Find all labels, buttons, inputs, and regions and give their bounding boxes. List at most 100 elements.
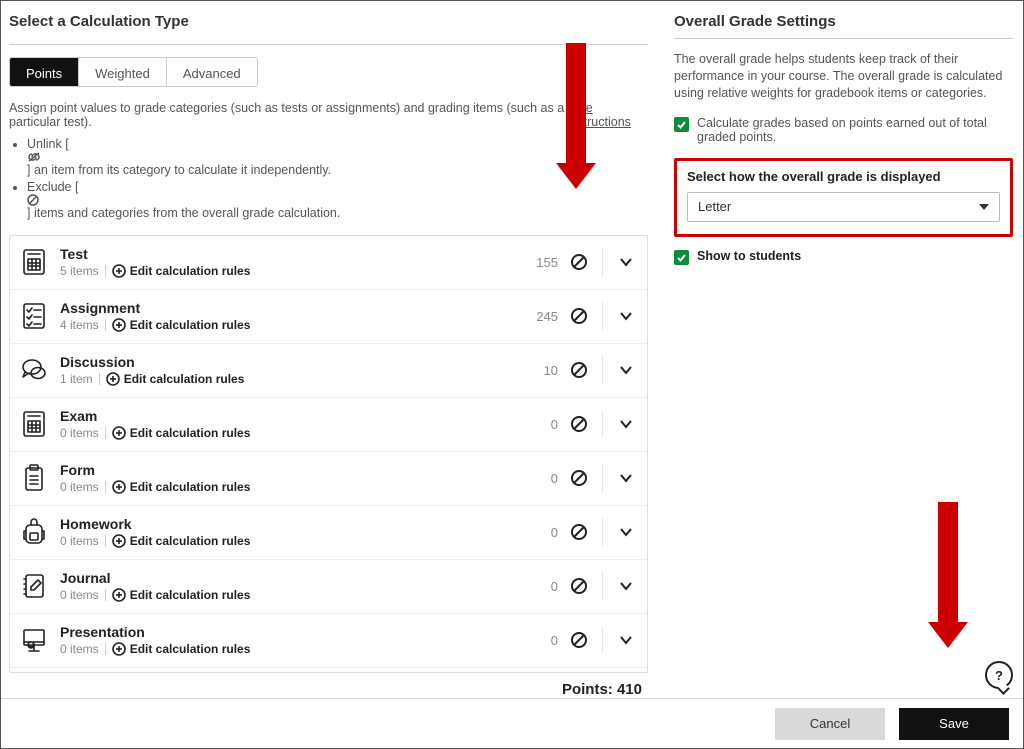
category-item-count: 0 items	[60, 534, 99, 548]
chk-points-based[interactable]: Calculate grades based on points earned …	[674, 116, 1013, 144]
category-item-count: 4 items	[60, 318, 99, 332]
plus-circle-icon	[112, 642, 126, 656]
expand-button[interactable]	[615, 467, 637, 489]
exclude-button[interactable]	[568, 413, 590, 435]
exclude-button[interactable]	[568, 521, 590, 543]
footer: ? Cancel Save	[1, 698, 1023, 748]
plus-circle-icon	[112, 588, 126, 602]
edit-calc-rules-link[interactable]: Edit calculation rules	[112, 588, 251, 602]
plus-circle-icon	[106, 372, 120, 386]
divider	[105, 265, 106, 277]
plus-circle-icon	[112, 534, 126, 548]
edit-calc-rules-link[interactable]: Edit calculation rules	[112, 318, 251, 332]
exclude-button[interactable]	[568, 467, 590, 489]
category-row: Discussion 1 item Edit calculation rules…	[10, 344, 647, 398]
chk-points-based-label: Calculate grades based on points earned …	[697, 116, 1013, 144]
divider	[602, 356, 603, 384]
divider	[9, 44, 648, 45]
plus-circle-icon	[112, 264, 126, 278]
checklist-icon	[20, 301, 48, 331]
bullet-exclude-pre: Exclude [	[27, 180, 78, 194]
divider	[602, 518, 603, 546]
category-points: 0	[528, 633, 558, 648]
backpack-icon	[20, 517, 48, 547]
divider	[602, 410, 603, 438]
screen-icon	[20, 625, 48, 655]
divider	[99, 373, 100, 385]
clipboard-icon	[20, 463, 48, 493]
edit-calc-rules-label: Edit calculation rules	[130, 642, 251, 656]
left-title: Select a Calculation Type	[9, 13, 648, 30]
grid-icon	[20, 409, 48, 439]
tab-points[interactable]: Points	[10, 58, 79, 86]
expand-button[interactable]	[615, 629, 637, 651]
help-button[interactable]: ?	[985, 661, 1013, 689]
category-row: Homework 0 items Edit calculation rules …	[10, 506, 647, 560]
divider	[602, 464, 603, 492]
edit-calc-rules-label: Edit calculation rules	[124, 372, 245, 386]
bullet-unlink-pre: Unlink [	[27, 137, 69, 151]
expand-button[interactable]	[615, 413, 637, 435]
category-points: 245	[528, 309, 558, 324]
divider	[105, 427, 106, 439]
save-button[interactable]: Save	[899, 708, 1009, 740]
category-row: Form 0 items Edit calculation rules 0	[10, 452, 647, 506]
expand-button[interactable]	[615, 521, 637, 543]
divider	[602, 302, 603, 330]
instructions-text: Assign point values to grade categories …	[9, 101, 567, 129]
category-name: Form	[60, 462, 250, 478]
expand-button[interactable]	[615, 251, 637, 273]
edit-calc-rules-link[interactable]: Edit calculation rules	[112, 426, 251, 440]
cancel-button[interactable]: Cancel	[775, 708, 885, 740]
category-points: 0	[528, 417, 558, 432]
exclude-button[interactable]	[568, 629, 590, 651]
expand-button[interactable]	[615, 575, 637, 597]
hide-instructions-link[interactable]: Hide Instructions	[567, 101, 648, 129]
category-row: Presentation 0 items Edit calculation ru…	[10, 614, 647, 668]
display-select[interactable]: Letter	[687, 192, 1000, 222]
expand-button[interactable]	[615, 359, 637, 381]
edit-calc-rules-link[interactable]: Edit calculation rules	[112, 534, 251, 548]
chk-show-students[interactable]: Show to students	[674, 249, 1013, 265]
category-points: 0	[528, 525, 558, 540]
exclude-button[interactable]	[568, 575, 590, 597]
category-item-count: 5 items	[60, 264, 99, 278]
checkbox-checked-icon	[674, 117, 689, 132]
edit-calc-rules-link[interactable]: Edit calculation rules	[112, 264, 251, 278]
bullet-exclude-post: ] items and categories from the overall …	[27, 206, 340, 220]
highlight-display-setting: Select how the overall grade is displaye…	[674, 158, 1013, 237]
tab-weighted[interactable]: Weighted	[79, 58, 167, 86]
category-name: Test	[60, 246, 250, 262]
points-total: Points: 410	[9, 673, 648, 698]
category-row: Assignment 4 items Edit calculation rule…	[10, 290, 647, 344]
category-name: Homework	[60, 516, 250, 532]
edit-calc-rules-link[interactable]: Edit calculation rules	[112, 480, 251, 494]
display-select-value: Letter	[698, 199, 731, 214]
edit-calc-rules-link[interactable]: Edit calculation rules	[106, 372, 245, 386]
divider	[602, 248, 603, 276]
unlink-icon	[27, 151, 648, 163]
plus-circle-icon	[112, 318, 126, 332]
divider	[105, 643, 106, 655]
divider	[105, 535, 106, 547]
divider	[602, 626, 603, 654]
exclude-button[interactable]	[568, 359, 590, 381]
overall-intro: The overall grade helps students keep tr…	[674, 51, 1013, 102]
exclude-button[interactable]	[568, 305, 590, 327]
tab-advanced[interactable]: Advanced	[167, 58, 257, 86]
category-list: Test 5 items Edit calculation rules 155 …	[9, 235, 648, 673]
display-label: Select how the overall grade is displaye…	[687, 169, 1000, 184]
plus-circle-icon	[112, 480, 126, 494]
category-points: 0	[528, 471, 558, 486]
edit-calc-rules-label: Edit calculation rules	[130, 426, 251, 440]
category-name: Journal	[60, 570, 250, 586]
chat-icon	[20, 355, 48, 385]
divider	[105, 481, 106, 493]
edit-calc-rules-link[interactable]: Edit calculation rules	[112, 642, 251, 656]
category-name: Assignment	[60, 300, 250, 316]
exclude-button[interactable]	[568, 251, 590, 273]
divider	[105, 319, 106, 331]
category-name: Discussion	[60, 354, 244, 370]
edit-calc-rules-label: Edit calculation rules	[130, 588, 251, 602]
expand-button[interactable]	[615, 305, 637, 327]
